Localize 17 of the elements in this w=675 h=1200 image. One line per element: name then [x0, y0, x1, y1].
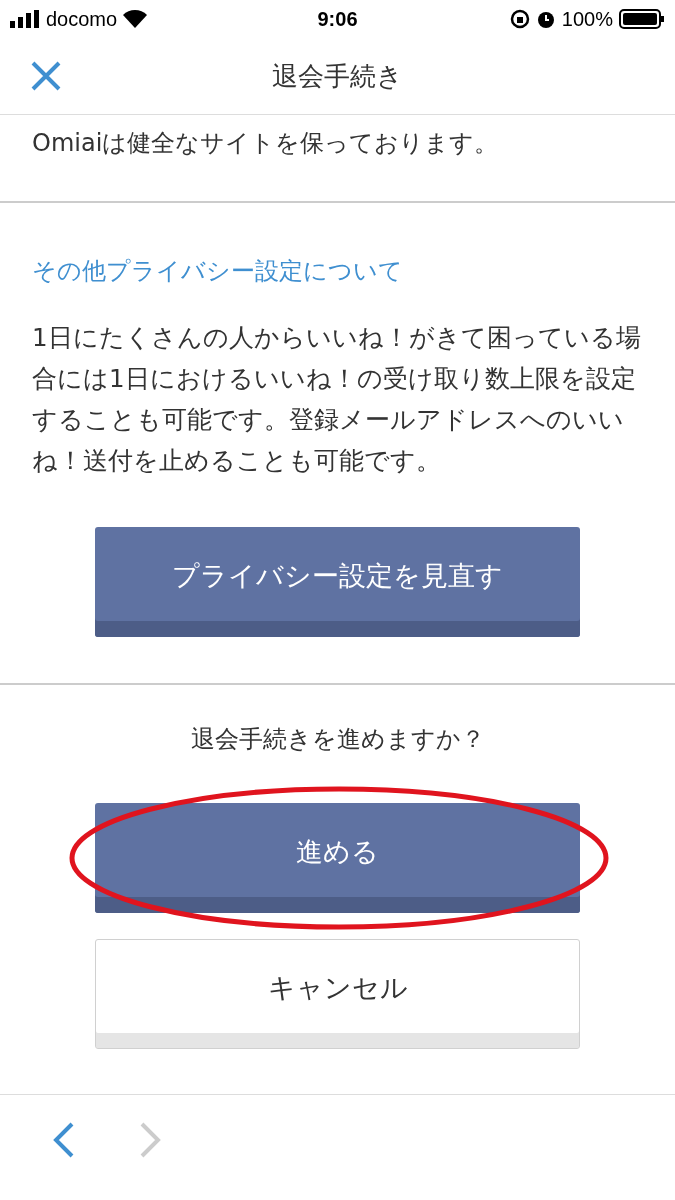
close-icon[interactable]	[30, 60, 62, 92]
proceed-button[interactable]: 進める	[95, 803, 580, 913]
rotation-lock-icon	[509, 9, 530, 29]
privacy-description: 1日にたくさんの人からいいね！がきて困っている場合には1日におけるいいね！の受け取り数上限を設定することも可能です。登録メールアドレスへのいいね！送付を止めることも可能です。	[32, 322, 642, 477]
privacy-settings-button[interactable]: プライバシー設定を見直す	[95, 527, 580, 637]
confirm-question: 退会手続きを進めますか？	[190, 725, 485, 753]
section-heading: その他プライバシー設定について	[32, 257, 403, 285]
page-title: 退会手続き	[272, 59, 403, 93]
cancel-button[interactable]: キャンセル	[95, 939, 580, 1049]
carrier-name: docomo	[46, 7, 118, 31]
alarm-icon	[535, 9, 556, 29]
battery-percent: 100%	[561, 7, 613, 31]
signal-icon	[10, 10, 40, 28]
battery-icon	[619, 9, 665, 29]
intro-text: Omiaiは健全なサイトを保っております。	[32, 129, 499, 157]
wifi-icon	[123, 10, 148, 28]
status-time: 9:06	[317, 7, 358, 31]
